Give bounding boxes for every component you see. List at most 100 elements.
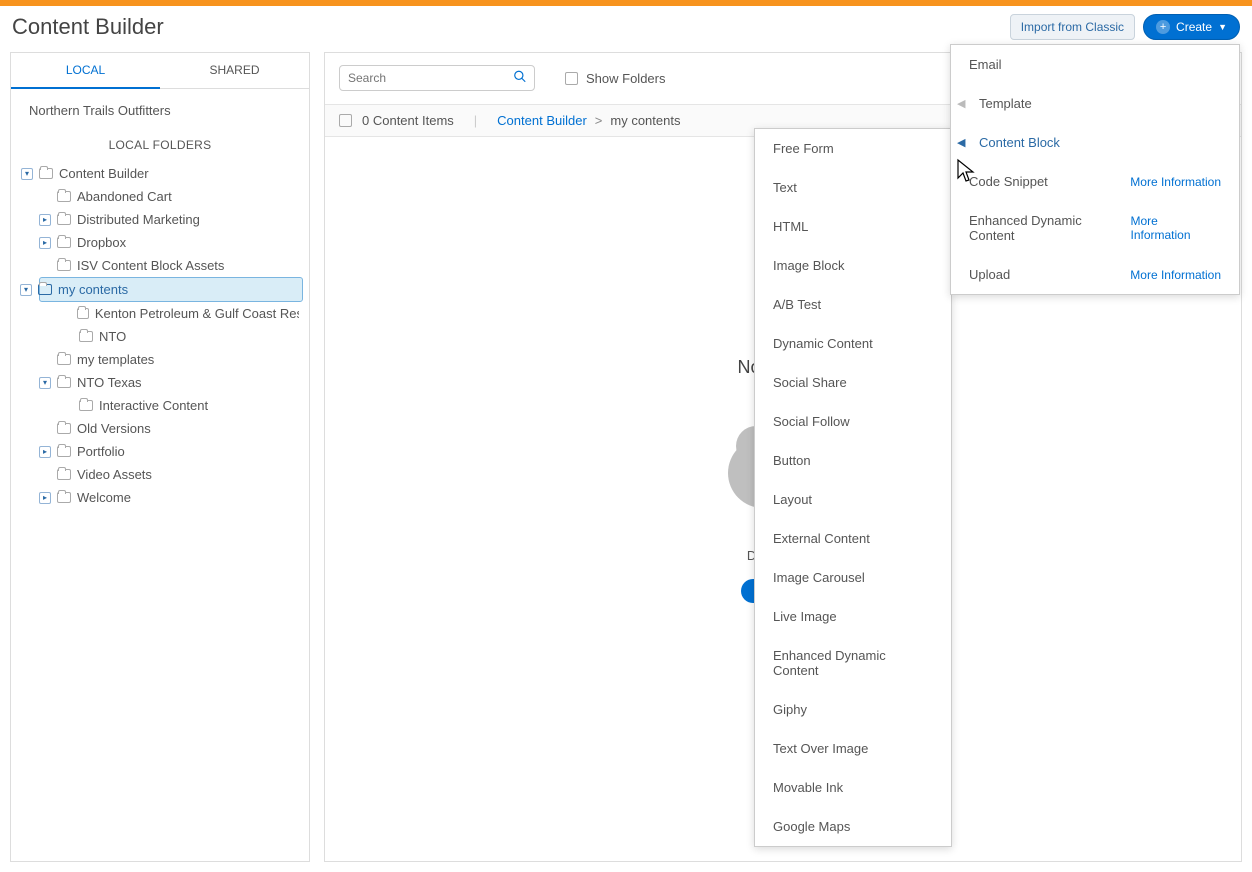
dd-sub-button[interactable]: Button [755,441,951,480]
folder-label: ISV Content Block Assets [77,258,224,273]
more-information-link[interactable]: More Information [1130,175,1221,189]
page-title: Content Builder [12,14,164,40]
chevron-right-icon[interactable]: ▸ [39,492,51,504]
tree-item-portfolio[interactable]: ▸ Portfolio [17,440,303,463]
more-information-link[interactable]: More Information [1130,268,1221,282]
tree-item-dropbox[interactable]: ▸ Dropbox [17,231,303,254]
dd-item-label: Social Follow [773,414,850,429]
tree-item-video-assets[interactable]: Video Assets [17,463,303,486]
chevron-right-icon[interactable]: ▸ [39,446,51,458]
caret-down-icon: ▼ [1218,22,1227,32]
folder-label: Interactive Content [99,398,208,413]
dd-sub-free-form[interactable]: Free Form [755,129,951,168]
folder-tree: ▾ Content Builder Abandoned Cart ▸ Distr… [11,162,309,521]
folder-icon [57,446,71,457]
dd-sub-ab-test[interactable]: A/B Test [755,285,951,324]
local-folders-heading: LOCAL FOLDERS [11,132,309,162]
tree-toggle-placeholder [61,331,73,343]
tree-item-my-contents[interactable]: ▾ my contents [39,277,303,302]
dd-item-template[interactable]: ◀ Template [951,84,1239,123]
select-all-checkbox[interactable] [339,114,352,127]
tree-item-nto-texas[interactable]: ▾ NTO Texas [17,371,303,394]
tree-root[interactable]: ▾ Content Builder [17,162,303,185]
dd-item-label: Image Block [773,258,845,273]
show-folders-toggle[interactable]: Show Folders [565,71,665,86]
dd-item-code-snippet[interactable]: Code Snippet More Information [951,162,1239,201]
folder-label: my templates [77,352,154,367]
dd-item-label: Button [773,453,811,468]
tab-local[interactable]: LOCAL [11,53,160,89]
dd-item-label: Text [773,180,797,195]
dd-item-content-block[interactable]: ◀ Content Block [951,123,1239,162]
more-information-link[interactable]: More Information [1131,214,1222,242]
dd-sub-movable-ink[interactable]: Movable Ink [755,768,951,807]
folder-label: Content Builder [59,166,149,181]
folder-label: Old Versions [77,421,151,436]
dd-sub-image-carousel[interactable]: Image Carousel [755,558,951,597]
dd-item-label: Content Block [979,135,1060,150]
tree-item-isv-content-block-assets[interactable]: ISV Content Block Assets [17,254,303,277]
dd-item-enhanced-dynamic-content[interactable]: Enhanced Dynamic Content More Informatio… [951,201,1239,255]
dd-sub-text[interactable]: Text [755,168,951,207]
folder-label: NTO Texas [77,375,142,390]
folder-icon [57,237,71,248]
dd-item-label: Enhanced Dynamic Content [969,213,1131,243]
dd-sub-social-follow[interactable]: Social Follow [755,402,951,441]
tree-item-old-versions[interactable]: Old Versions [17,417,303,440]
dd-sub-image-block[interactable]: Image Block [755,246,951,285]
import-from-classic-button[interactable]: Import from Classic [1010,14,1135,40]
dd-sub-giphy[interactable]: Giphy [755,690,951,729]
tree-toggle-placeholder [39,469,51,481]
tree-toggle-placeholder [39,354,51,366]
dd-item-label: Free Form [773,141,834,156]
folder-icon [57,469,71,480]
create-button[interactable]: + Create ▼ [1143,14,1240,40]
tree-toggle-placeholder [39,260,51,272]
chevron-down-icon[interactable]: ▾ [39,377,51,389]
dd-sub-text-over-image[interactable]: Text Over Image [755,729,951,768]
dd-sub-enhanced-dynamic-content[interactable]: Enhanced Dynamic Content [755,636,951,690]
folder-icon [39,168,53,179]
dd-sub-layout[interactable]: Layout [755,480,951,519]
submenu-arrow-left-icon: ◀ [957,97,965,110]
tree-item-kenton-petroleum[interactable]: Kenton Petroleum & Gulf Coast Resources [17,302,303,325]
dd-item-label: Movable Ink [773,780,843,795]
chevron-right-icon[interactable]: ▸ [39,214,51,226]
folder-icon [79,331,93,342]
dd-sub-google-maps[interactable]: Google Maps [755,807,951,846]
folder-icon [57,423,71,434]
folder-label: Video Assets [77,467,152,482]
tree-item-abandoned-cart[interactable]: Abandoned Cart [17,185,303,208]
dd-sub-external-content[interactable]: External Content [755,519,951,558]
folder-label: Welcome [77,490,131,505]
workspace-name: Northern Trails Outfitters [11,89,309,132]
dd-sub-dynamic-content[interactable]: Dynamic Content [755,324,951,363]
tree-item-my-templates[interactable]: my templates [17,348,303,371]
dd-item-email[interactable]: Email [951,45,1239,84]
dd-item-upload[interactable]: Upload More Information [951,255,1239,294]
search-input[interactable] [339,65,535,91]
tree-item-interactive-content[interactable]: Interactive Content [17,394,303,417]
show-folders-label: Show Folders [586,71,665,86]
dd-sub-html[interactable]: HTML [755,207,951,246]
dd-sub-social-share[interactable]: Social Share [755,363,951,402]
checkbox-icon[interactable] [565,72,578,85]
chevron-right-icon[interactable]: ▸ [39,237,51,249]
dd-item-label: A/B Test [773,297,821,312]
dd-item-label: HTML [773,219,808,234]
tab-shared[interactable]: SHARED [160,53,309,89]
tree-item-nto[interactable]: NTO [17,325,303,348]
tree-item-welcome[interactable]: ▸ Welcome [17,486,303,509]
breadcrumb-root-link[interactable]: Content Builder [497,113,587,128]
dd-item-label: Upload [969,267,1010,282]
folder-icon [57,260,71,271]
tree-item-distributed-marketing[interactable]: ▸ Distributed Marketing [17,208,303,231]
breadcrumb: Content Builder > my contents [497,113,680,128]
search-icon[interactable] [513,70,527,87]
dd-item-label: Image Carousel [773,570,865,585]
dd-item-label: Social Share [773,375,847,390]
dd-sub-live-image[interactable]: Live Image [755,597,951,636]
chevron-down-icon[interactable]: ▾ [21,168,33,180]
chevron-down-icon[interactable]: ▾ [20,284,32,296]
folder-icon [57,214,71,225]
